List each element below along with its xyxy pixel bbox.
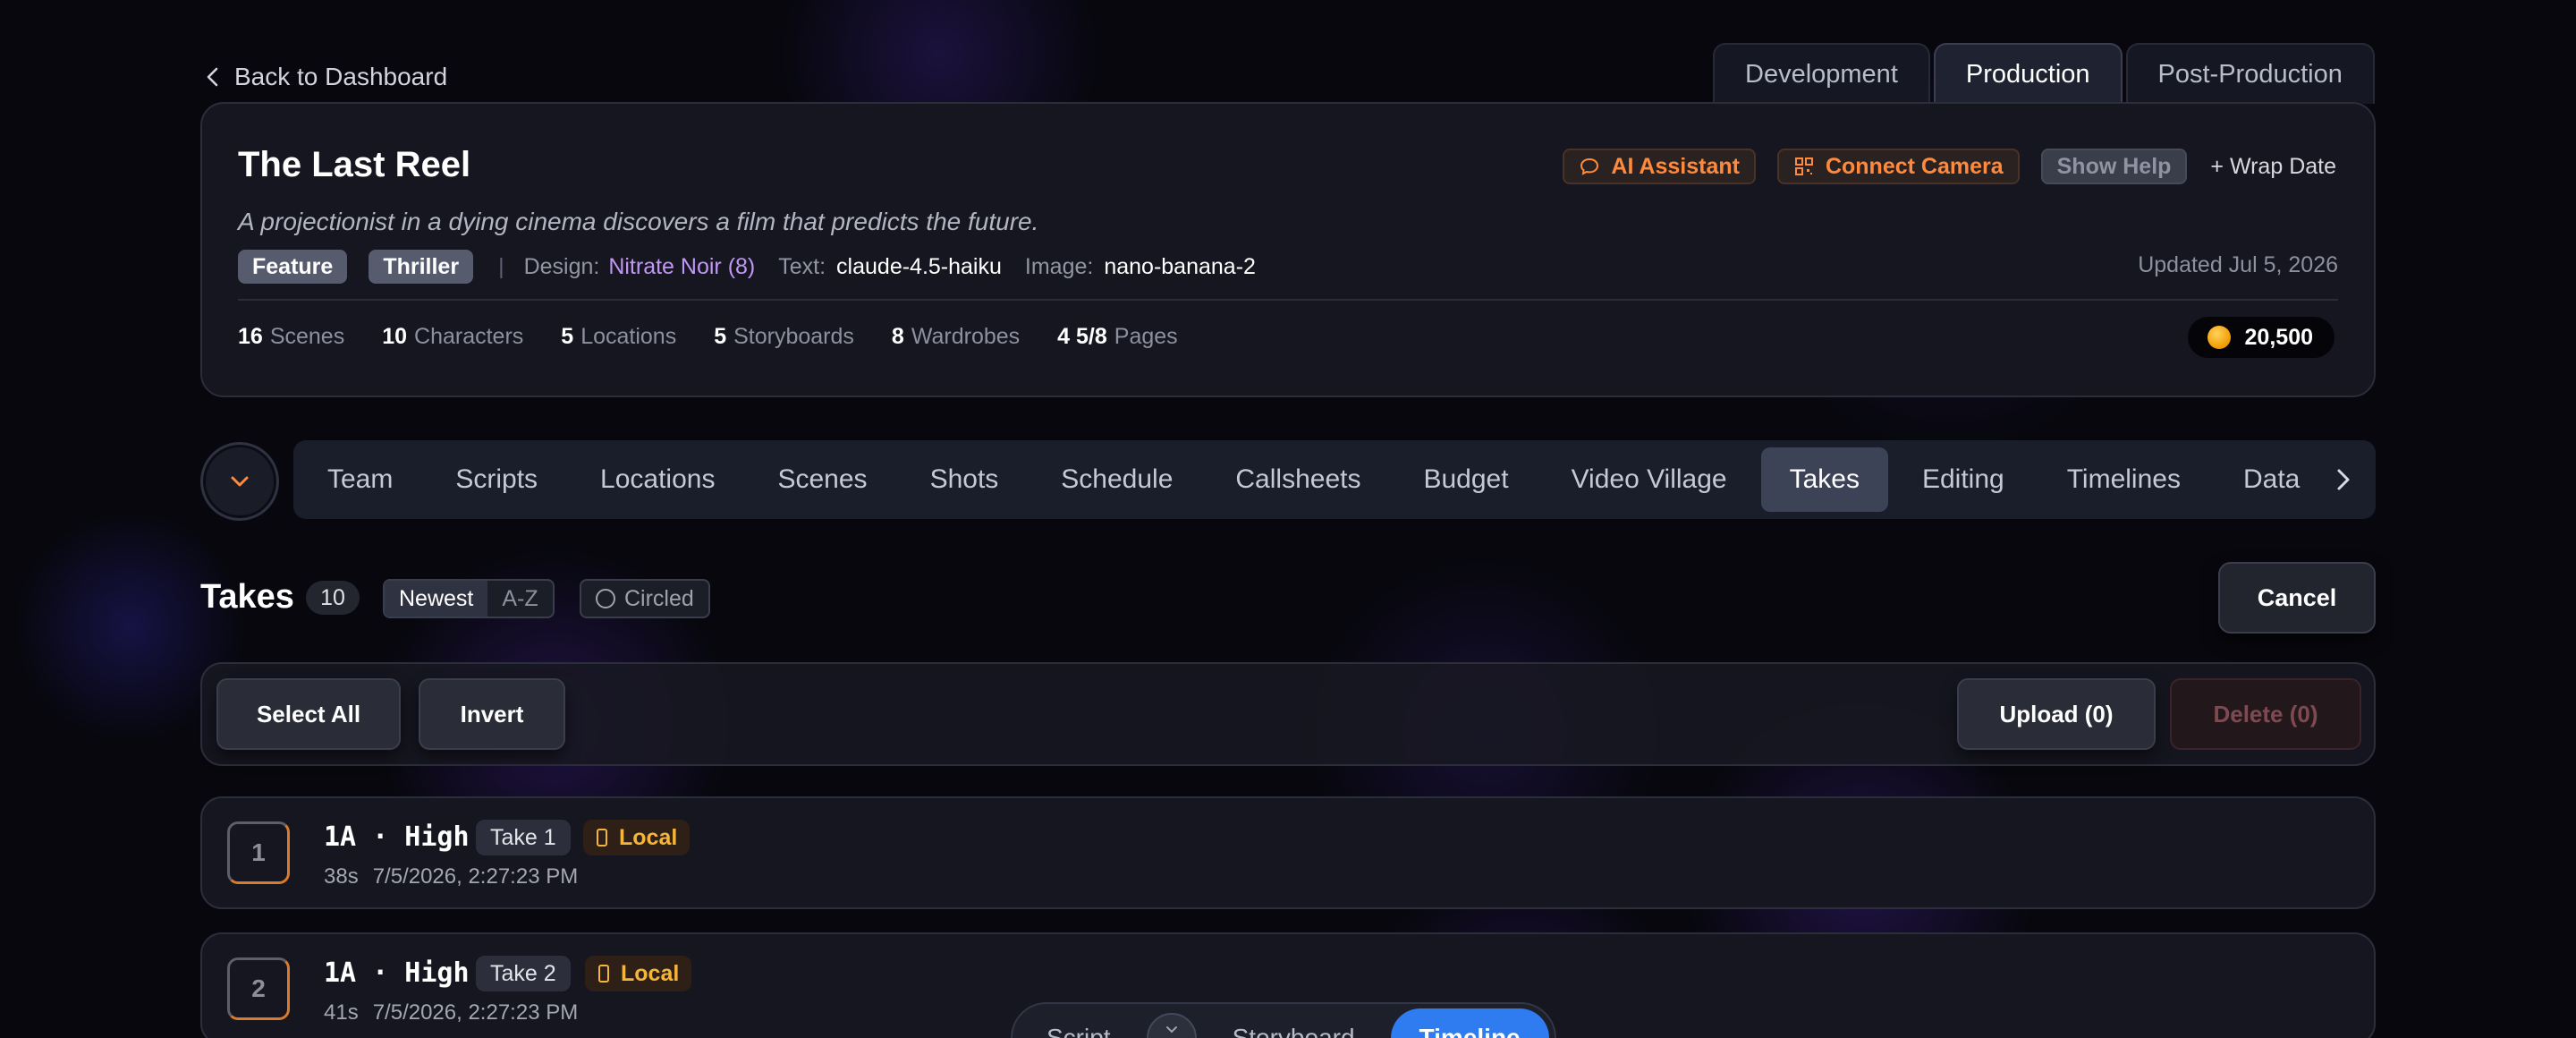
view-switcher: Script Storyboard Timeline [1011,1002,1556,1038]
delete-button[interactable]: Delete (0) [2170,678,2361,750]
view-storyboard-option[interactable]: Storyboard [1204,1008,1384,1038]
tab-video-village[interactable]: Video Village [1543,447,1756,512]
sort-newest-option[interactable]: Newest [385,581,488,617]
sort-az-option[interactable]: A-Z [487,581,552,617]
credits-value: 20,500 [2244,324,2313,350]
text-model-label: Text: [778,253,826,279]
module-tabs: Team Scripts Locations Scenes Shots Sche… [293,440,2376,519]
back-label: Back to Dashboard [234,63,448,90]
tab-budget[interactable]: Budget [1394,447,1537,512]
view-switcher-collapse-button[interactable] [1146,1013,1197,1038]
stat-scenes: 16 Scenes [238,324,345,349]
ai-assistant-button[interactable]: AI Assistant [1563,149,1756,184]
phone-icon [597,829,607,847]
take-title: 1A · High [324,957,470,989]
stat-storyboards: 5 Storyboards [714,324,854,349]
scroll-tabs-right-button[interactable] [2322,455,2365,505]
stat-locations: 5 Locations [561,324,677,349]
sort-toggle: Newest A-Z [383,579,555,618]
take-meta: 41s 7/5/2026, 2:27:23 PM [324,1000,592,1025]
tab-schedule[interactable]: Schedule [1032,447,1201,512]
project-stats: 16 Scenes 10 Characters 5 Locations 5 Storyb… [238,324,1216,350]
circled-filter-label: Circled [624,585,694,611]
model-meta: | Design: Nitrate Noir (8) Text: claude-… [495,254,1279,280]
storage-badge: Local [583,820,691,855]
card-divider [238,299,2338,301]
selection-toolbar: Select All Invert Upload (0) Delete (0) [200,662,2376,766]
back-to-dashboard-link[interactable]: Back to Dashboard [204,61,447,93]
qr-code-icon [1794,157,1813,175]
takes-heading: Takes [200,578,294,616]
tab-data[interactable]: Data [2215,447,2328,512]
stat-wardrobes: 8 Wardrobes [891,324,1021,349]
credits-badge: 20,500 [2187,317,2334,358]
updated-timestamp: Updated Jul 5, 2026 [2138,252,2338,277]
tab-scenes[interactable]: Scenes [749,447,895,512]
stat-characters: 10 Characters [382,324,524,349]
show-help-button[interactable]: Show Help [2040,149,2188,184]
project-card: The Last Reel AI Assistant Connect Camer… [200,102,2376,397]
view-script-option[interactable]: Script [1018,1008,1140,1038]
take-duration: 38s [324,864,359,889]
select-all-button[interactable]: Select All [216,678,401,750]
circled-filter-toggle[interactable]: Circled [580,579,710,618]
take-meta: 38s 7/5/2026, 2:27:23 PM [324,864,592,889]
tab-timelines[interactable]: Timelines [2038,447,2209,512]
tab-locations[interactable]: Locations [572,447,743,512]
view-timeline-option[interactable]: Timeline [1390,1008,1549,1038]
invert-selection-button[interactable]: Invert [419,678,565,750]
design-value[interactable]: Nitrate Noir (8) [608,254,755,280]
storage-label: Local [621,960,680,986]
tab-shots[interactable]: Shots [902,447,1028,512]
chevron-left-icon [207,67,218,87]
tab-takes[interactable]: Takes [1760,447,1888,512]
image-model-value: nano-banana-2 [1104,253,1256,279]
collapse-toggle-button[interactable] [200,442,279,521]
project-title: The Last Reel [238,145,471,184]
coin-icon [2207,326,2231,349]
tab-team[interactable]: Team [299,447,421,512]
project-meta-row: Feature Thriller | Design: Nitrate Noir … [238,249,1279,285]
connect-camera-button[interactable]: Connect Camera [1776,149,2020,184]
wrap-date-button[interactable]: + Wrap Date [2208,154,2338,180]
take-timestamp: 7/5/2026, 2:27:23 PM [372,864,579,889]
phase-tab-development[interactable]: Development [1713,43,1930,104]
cancel-button[interactable]: Cancel [2218,562,2376,634]
tab-callsheets[interactable]: Callsheets [1207,447,1389,512]
take-number-chip: Take 1 [476,820,571,855]
connect-camera-label: Connect Camera [1825,153,2004,179]
take-select-checkbox[interactable]: 1 [227,821,290,884]
project-actions: AI Assistant Connect Camera Show Help + … [1563,149,2338,184]
tag-genre: Thriller [369,250,474,284]
text-model-value: claude-4.5-haiku [836,253,1002,279]
tag-format: Feature [238,250,348,284]
take-duration: 41s [324,1000,359,1025]
phase-tabs: Development Production Post-Production [1713,43,2375,104]
ai-assistant-label: AI Assistant [1611,153,1740,179]
tab-scripts[interactable]: Scripts [427,447,566,512]
take-select-checkbox[interactable]: 2 [227,957,290,1020]
phase-tab-post-production[interactable]: Post-Production [2125,43,2375,104]
upload-button[interactable]: Upload (0) [1957,678,2156,750]
storage-label: Local [619,824,678,850]
storage-badge: Local [585,956,692,991]
take-timestamp: 7/5/2026, 2:27:23 PM [372,1000,579,1025]
take-card[interactable]: 1 1A · High Take 1 Local 38s 7/5/2026, 2:… [200,796,2376,909]
phase-tab-production[interactable]: Production [1933,43,2123,104]
take-title: 1A · High [324,821,470,853]
stat-pages: 4 5/8 Pages [1057,324,1178,349]
chevron-right-icon [2337,469,2350,490]
chevron-down-icon [231,476,249,487]
meta-separator: | [498,253,504,279]
chevron-down-icon [1165,1026,1177,1034]
circle-icon [596,589,615,608]
image-model-label: Image: [1024,253,1094,279]
take-number-chip: Take 2 [476,956,571,991]
project-logline: A projectionist in a dying cinema discov… [238,208,1039,235]
chat-bubble-icon [1580,157,1599,175]
takes-count-badge: 10 [306,581,360,615]
design-label: Design: [523,253,600,279]
tab-editing[interactable]: Editing [1894,447,2033,512]
phone-icon [598,965,609,983]
